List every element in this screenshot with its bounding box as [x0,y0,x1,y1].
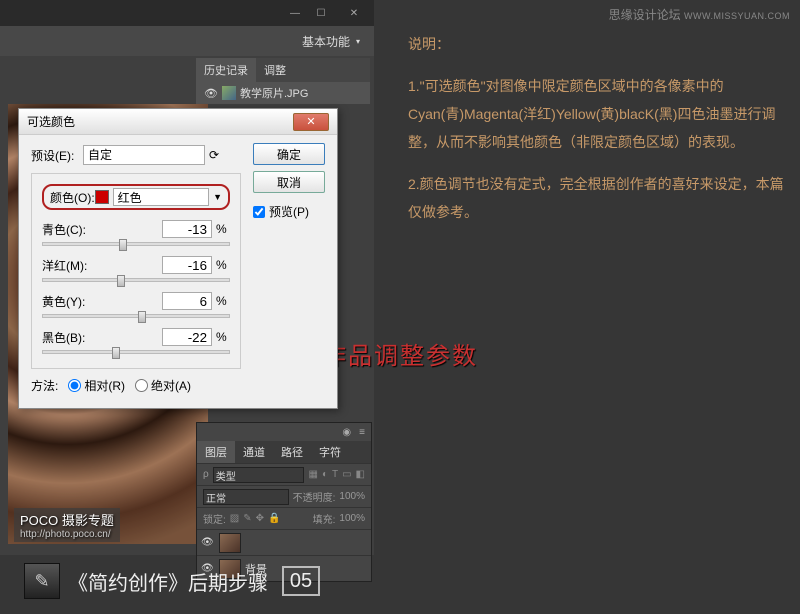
document-tab[interactable]: 👁 教学原片.JPG [196,82,370,104]
preview-checkbox[interactable]: 预览(P) [253,203,325,220]
window-titlebar: — ☐ ✕ [0,0,374,26]
footer-bar: ✎ 《简约创作》后期步骤 05 [24,562,320,600]
layers-panel: ◉ ≡ 图层 通道 路径 字符 ρ 类型 ▦ ◐ T ▭ ◧ 正常 不透明度: … [196,422,372,582]
magenta-track[interactable] [42,278,230,282]
filter-shape-icon[interactable]: ▭ [342,469,351,480]
opacity-value[interactable]: 100% [339,491,365,502]
color-swatch [95,190,109,204]
filter-type-icon[interactable]: T [332,469,338,480]
yellow-slider: 黄色(Y): % [42,292,230,318]
tab-history[interactable]: 历史记录 [196,58,256,82]
maximize-button[interactable]: ☐ [308,3,334,23]
panel-menu-icon[interactable]: ≡ [359,427,365,438]
blend-mode-select[interactable]: 正常 [203,489,289,505]
tab-character[interactable]: 字符 [311,441,349,463]
method-absolute[interactable]: 绝对(A) [135,377,191,394]
chevron-down-icon: ▼ [213,192,222,202]
yellow-value[interactable] [162,292,212,310]
slider-group: 颜色(O): 红色 ▼ 青色(C): % 洋红(M): % [31,173,241,369]
tab-paths[interactable]: 路径 [273,441,311,463]
chevron-down-icon: ▾ [356,37,360,46]
black-track[interactable] [42,350,230,354]
workspace-switcher[interactable]: 基本功能▾ [0,26,374,56]
watermark: 思缘设计论坛 WWW.MISSYUAN.COM [609,6,790,23]
cyan-slider: 青色(C): % [42,220,230,246]
eye-icon: 👁 [204,87,218,100]
colors-select[interactable]: 红色 [113,188,209,206]
method-radio-group: 方法: 相对(R) 绝对(A) [31,377,325,394]
document-thumbnail [222,86,236,100]
cyan-track[interactable] [42,242,230,246]
footer-icon: ✎ [24,563,60,599]
preset-menu-icon[interactable]: ⟳ [209,148,223,162]
visibility-icon[interactable]: 👁 [201,537,215,548]
cyan-value[interactable] [162,220,212,238]
description-text: 说明： 1."可选颜色"对图像中限定颜色区域中的各像素中的Cyan(青)Mage… [408,30,784,240]
step-number: 05 [282,566,320,596]
preset-label: 预设(E): [31,147,83,164]
footer-title: 《简约创作》后期步骤 [68,567,268,596]
camera-icon[interactable]: ◉ [342,427,351,438]
dialog-close-button[interactable]: ✕ [293,113,329,131]
dialog-titlebar[interactable]: 可选颜色 ✕ [19,109,337,135]
preset-select[interactable]: 自定 [83,145,205,165]
filter-smart-icon[interactable]: ◧ [356,469,365,480]
history-panel-tabs: 历史记录 调整 [196,58,370,82]
tab-adjustments[interactable]: 调整 [256,58,294,82]
fill-value[interactable]: 100% [339,513,365,524]
magenta-slider: 洋红(M): % [42,256,230,282]
method-relative[interactable]: 相对(R) [68,377,125,394]
filter-pixel-icon[interactable]: ▦ [308,469,317,480]
window-close-button[interactable]: ✕ [334,3,374,23]
lock-transparent-icon[interactable]: ▨ [230,513,239,524]
tab-layers[interactable]: 图层 [197,441,235,463]
panel-iconbar: ◉ ≡ [197,423,371,441]
black-slider: 黑色(B): % [42,328,230,354]
filter-adjust-icon[interactable]: ◐ [322,469,328,480]
poco-watermark: POCO 摄影专题 http://photo.poco.cn/ [14,508,120,542]
ok-button[interactable]: 确定 [253,143,325,165]
yellow-track[interactable] [42,314,230,318]
tab-channels[interactable]: 通道 [235,441,273,463]
cancel-button[interactable]: 取消 [253,171,325,193]
selective-color-dialog: 可选颜色 ✕ 确定 取消 预览(P) 预设(E): 自定 ⟳ 颜色(O): 红色… [18,108,338,409]
lock-position-icon[interactable]: ✥ [256,513,264,524]
lock-all-icon[interactable]: 🔒 [268,513,280,524]
black-value[interactable] [162,328,212,346]
layer-row[interactable]: 👁 [197,529,371,555]
lock-pixels-icon[interactable]: ✎ [243,513,251,524]
minimize-button[interactable]: — [282,3,308,23]
magenta-value[interactable] [162,256,212,274]
layer-thumbnail [219,533,241,553]
layer-filter-select[interactable]: 类型 [213,467,305,483]
colors-select-row: 颜色(O): 红色 ▼ [42,184,230,210]
